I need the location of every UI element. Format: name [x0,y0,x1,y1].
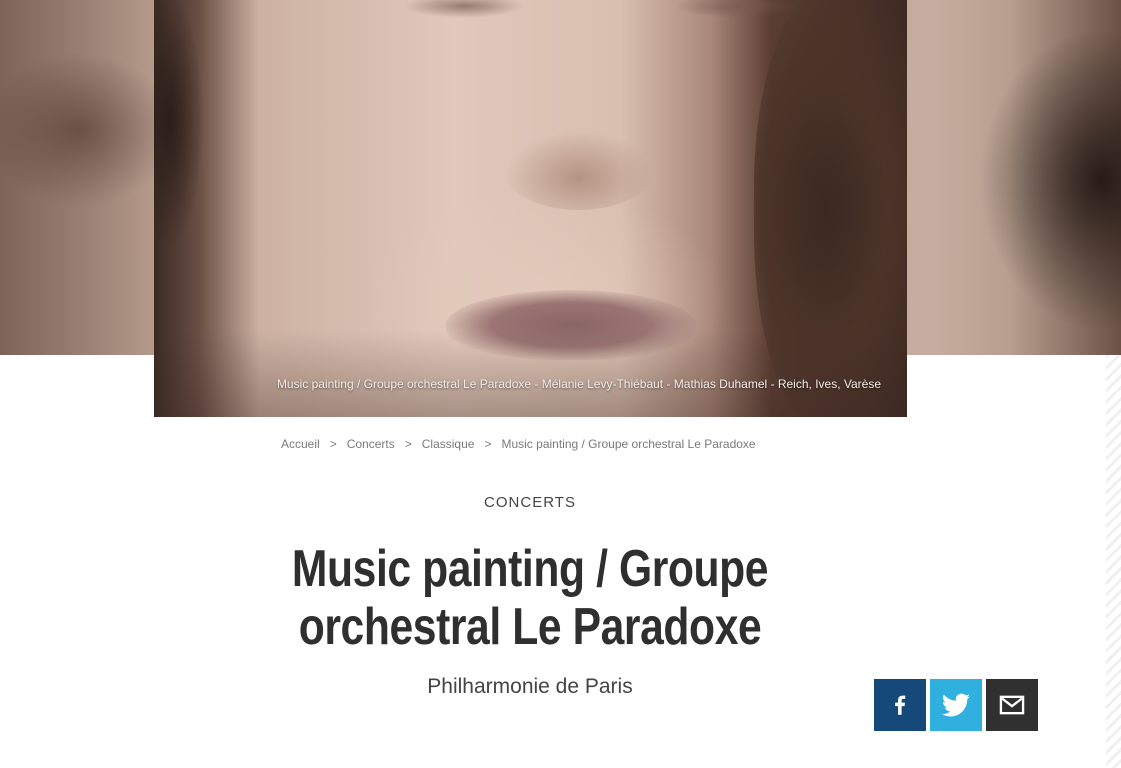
facebook-icon [895,695,906,715]
hero-nose [504,130,654,210]
hero-shade [154,330,907,417]
twitter-icon [941,693,971,717]
breadcrumb-separator: > [484,437,492,451]
category-label: CONCERTS [484,494,576,511]
breadcrumb: Accueil > Concerts > Classique > Music p… [281,437,756,451]
breadcrumb-separator: > [329,437,337,451]
hero-caption: Music painting / Groupe orchestral Le Pa… [276,377,881,391]
twitter-share-button[interactable] [930,679,982,731]
hero-image: Music painting / Groupe orchestral Le Pa… [154,0,907,417]
facebook-share-button[interactable] [874,679,926,731]
breadcrumb-separator: > [404,437,412,451]
email-icon [999,695,1025,715]
hero-hair-left [154,0,204,250]
breadcrumb-item-accueil[interactable]: Accueil [281,437,320,451]
share-buttons [874,679,1038,731]
email-share-button[interactable] [986,679,1038,731]
page-title: Music painting / Groupe orchestral Le Pa… [243,540,817,656]
hero-eye-left [404,0,524,18]
hero-eye-right [674,0,794,18]
breadcrumb-item-classique[interactable]: Classique [422,437,475,451]
scroll-rail[interactable] [1106,355,1121,768]
page-title-line-2: orchestral Le Paradoxe [298,598,762,656]
breadcrumb-item-current: Music painting / Groupe orchestral Le Pa… [501,437,756,451]
breadcrumb-item-concerts[interactable]: Concerts [347,437,395,451]
page-title-line-1: Music painting / Groupe [291,540,769,598]
venue-name: Philharmonie de Paris [427,675,633,698]
